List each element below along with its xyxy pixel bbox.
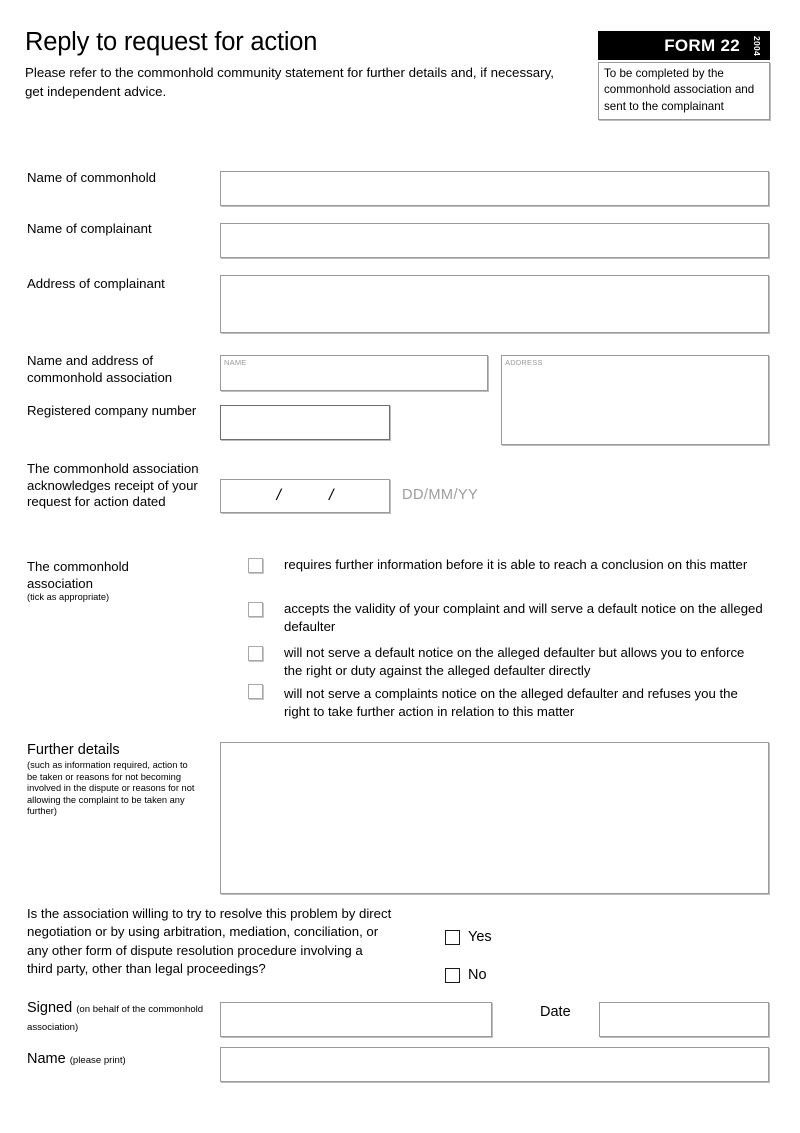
date-separator-2: /: [329, 487, 334, 504]
label-name-of-complainant: Name of complainant: [27, 221, 152, 236]
form-number-badge: FORM 22 2004: [598, 31, 770, 60]
checkbox-option-2-label: accepts the validity of your complaint a…: [284, 601, 763, 634]
name-of-complainant-input[interactable]: [220, 223, 769, 258]
label-name-print: Name (please print): [27, 1051, 217, 1069]
label-registered-company-number: Registered company number: [27, 403, 197, 418]
checkbox-option-1[interactable]: [248, 558, 263, 573]
association-name-placeholder: NAME: [224, 358, 247, 367]
label-resolution-no: No: [468, 967, 487, 983]
checkbox-option-4-label: will not serve a complaints notice on th…: [284, 686, 738, 719]
address-of-complainant-input[interactable]: [220, 275, 769, 333]
label-date: Date: [540, 1004, 571, 1020]
checkbox-option-2[interactable]: [248, 602, 263, 617]
checkbox-option-1-label: requires further information before it i…: [284, 557, 748, 572]
label-name-of-commonhold: Name of commonhold: [27, 170, 157, 185]
form-year-label: 2004: [752, 35, 763, 56]
checkbox-resolution-yes[interactable]: [445, 930, 460, 945]
date-separator-1: /: [276, 487, 281, 504]
page-title: Reply to request for action: [25, 28, 318, 56]
checkbox-resolution-no[interactable]: [445, 968, 460, 983]
checkbox-option-4[interactable]: [248, 684, 263, 699]
checkbox-option-3-label: will not serve a default notice on the a…: [284, 645, 745, 678]
association-address-input[interactable]: ADDRESS: [501, 355, 769, 445]
label-tick-as-appropriate: (tick as appropriate): [27, 592, 110, 602]
label-name-print-main: Name: [27, 1051, 66, 1067]
association-address-placeholder: ADDRESS: [505, 358, 543, 367]
name-print-input[interactable]: [220, 1047, 769, 1082]
completion-instruction-note: To be completed by the commonhold associ…: [598, 62, 770, 120]
label-signed-main: Signed: [27, 1000, 73, 1016]
label-address-of-complainant: Address of complainant: [27, 276, 165, 291]
association-name-input[interactable]: NAME: [220, 355, 488, 391]
date-input[interactable]: [599, 1002, 769, 1037]
label-association-options: The commonhold association: [27, 559, 129, 591]
registered-company-number-input[interactable]: [220, 405, 390, 440]
label-resolution-question: Is the association willing to try to res…: [27, 906, 392, 977]
page-subtitle: Please refer to the commonhold community…: [25, 65, 554, 99]
form-number-label: FORM 22: [664, 35, 740, 55]
acknowledgement-date-input[interactable]: / /: [220, 479, 390, 513]
label-further-details: Further details: [27, 742, 120, 758]
label-signed: Signed (on behalf of the commonhold asso…: [27, 1000, 217, 1036]
label-name-print-note: (please print): [69, 1055, 126, 1066]
date-separators: / /: [221, 480, 389, 512]
signed-input[interactable]: [220, 1002, 492, 1037]
further-details-textarea[interactable]: [220, 742, 769, 894]
label-acknowledgement-date: The commonhold association acknowledges …: [27, 461, 199, 509]
date-format-hint: DD/MM/YY: [402, 487, 479, 503]
label-further-details-note: (such as information required, action to…: [27, 760, 195, 817]
label-resolution-yes: Yes: [468, 929, 492, 945]
name-of-commonhold-input[interactable]: [220, 171, 769, 206]
checkbox-option-3[interactable]: [248, 646, 263, 661]
label-name-and-address-of-association: Name and address of commonhold associati…: [27, 353, 173, 385]
form-page: Reply to request for action Please refer…: [0, 0, 800, 1133]
